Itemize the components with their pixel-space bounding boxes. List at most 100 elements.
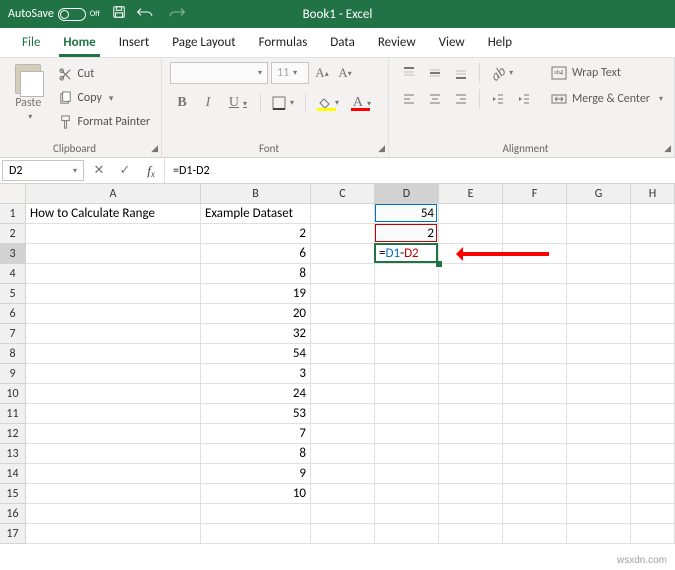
row-header-9[interactable]: 9 <box>0 364 26 384</box>
cell-C4[interactable] <box>311 264 375 284</box>
cell-B16[interactable] <box>201 504 311 524</box>
cell-E11[interactable] <box>439 404 503 424</box>
tab-review[interactable]: Review <box>368 29 426 57</box>
cell-C6[interactable] <box>311 304 375 324</box>
cell-H15[interactable] <box>631 484 675 504</box>
cell-G16[interactable] <box>567 504 631 524</box>
column-header-G[interactable]: G <box>567 184 631 204</box>
cell-D13[interactable] <box>375 444 439 464</box>
cell-A17[interactable] <box>26 524 201 544</box>
undo-button[interactable] <box>136 6 156 22</box>
row-header-3[interactable]: 3 <box>0 244 26 264</box>
cells-area[interactable]: How to Calculate RangeExample Dataset542… <box>26 204 675 544</box>
cell-A16[interactable] <box>26 504 201 524</box>
cell-C14[interactable] <box>311 464 375 484</box>
cell-F11[interactable] <box>503 404 567 424</box>
insert-function-button[interactable] <box>138 158 164 183</box>
cell-D4[interactable] <box>375 264 439 284</box>
border-button[interactable]: ▾ <box>267 92 299 114</box>
cell-H2[interactable] <box>631 224 675 244</box>
cell-A12[interactable] <box>26 424 201 444</box>
cell-B10[interactable]: 24 <box>201 384 311 404</box>
row-header-2[interactable]: 2 <box>0 224 26 244</box>
cell-G14[interactable] <box>567 464 631 484</box>
cell-F2[interactable] <box>503 224 567 244</box>
fill-color-button[interactable]: ▾ <box>312 92 344 114</box>
column-header-H[interactable]: H <box>631 184 675 204</box>
cell-A7[interactable] <box>26 324 201 344</box>
cell-D12[interactable] <box>375 424 439 444</box>
cell-E17[interactable] <box>439 524 503 544</box>
cell-C12[interactable] <box>311 424 375 444</box>
cell-G1[interactable] <box>567 204 631 224</box>
cell-E7[interactable] <box>439 324 503 344</box>
cell-H3[interactable] <box>631 244 675 264</box>
cell-H7[interactable] <box>631 324 675 344</box>
cell-D11[interactable] <box>375 404 439 424</box>
cell-B12[interactable]: 7 <box>201 424 311 444</box>
row-header-6[interactable]: 6 <box>0 304 26 324</box>
cell-E2[interactable] <box>439 224 503 244</box>
align-right-button[interactable] <box>449 88 473 110</box>
wrap-text-button[interactable]: ab Wrap Text <box>548 62 666 84</box>
cell-D1[interactable]: 54 <box>375 204 439 224</box>
align-bottom-button[interactable] <box>449 62 473 84</box>
cell-G7[interactable] <box>567 324 631 344</box>
cell-G11[interactable] <box>567 404 631 424</box>
align-left-button[interactable] <box>397 88 421 110</box>
cell-B1[interactable]: Example Dataset <box>201 204 311 224</box>
tab-formulas[interactable]: Formulas <box>249 29 318 57</box>
cell-C2[interactable] <box>311 224 375 244</box>
save-icon[interactable] <box>112 5 126 23</box>
cell-H12[interactable] <box>631 424 675 444</box>
redo-button[interactable] <box>166 6 186 22</box>
cell-A2[interactable] <box>26 224 201 244</box>
cell-D7[interactable] <box>375 324 439 344</box>
cell-H8[interactable] <box>631 344 675 364</box>
cell-G5[interactable] <box>567 284 631 304</box>
cell-E5[interactable] <box>439 284 503 304</box>
column-header-F[interactable]: F <box>503 184 567 204</box>
cell-F14[interactable] <box>503 464 567 484</box>
row-header-10[interactable]: 10 <box>0 384 26 404</box>
cell-C7[interactable] <box>311 324 375 344</box>
cell-D15[interactable] <box>375 484 439 504</box>
cell-E16[interactable] <box>439 504 503 524</box>
italic-button[interactable]: I <box>196 92 220 114</box>
cell-C10[interactable] <box>311 384 375 404</box>
select-all-corner[interactable] <box>0 184 26 204</box>
decrease-indent-button[interactable] <box>486 88 510 110</box>
cell-B17[interactable] <box>201 524 311 544</box>
cell-F9[interactable] <box>503 364 567 384</box>
font-color-button[interactable]: A ▾ <box>346 92 378 114</box>
cell-G12[interactable] <box>567 424 631 444</box>
row-header-15[interactable]: 15 <box>0 484 26 504</box>
align-middle-button[interactable] <box>423 62 447 84</box>
cell-G15[interactable] <box>567 484 631 504</box>
cell-A6[interactable] <box>26 304 201 324</box>
tab-page-layout[interactable]: Page Layout <box>162 29 245 57</box>
dialog-launcher-icon[interactable]: ◢ <box>151 143 158 154</box>
cell-F15[interactable] <box>503 484 567 504</box>
cell-E9[interactable] <box>439 364 503 384</box>
align-center-button[interactable] <box>423 88 447 110</box>
row-header-14[interactable]: 14 <box>0 464 26 484</box>
align-top-button[interactable] <box>397 62 421 84</box>
autosave-toggle[interactable]: AutoSave Off <box>8 7 100 21</box>
cell-D9[interactable] <box>375 364 439 384</box>
cell-B9[interactable]: 3 <box>201 364 311 384</box>
tab-view[interactable]: View <box>429 29 475 57</box>
bold-button[interactable]: B <box>170 92 194 114</box>
row-header-17[interactable]: 17 <box>0 524 26 544</box>
cell-H10[interactable] <box>631 384 675 404</box>
cell-D6[interactable] <box>375 304 439 324</box>
row-header-12[interactable]: 12 <box>0 424 26 444</box>
orientation-button[interactable]: ab▾ <box>486 62 518 84</box>
cell-E1[interactable] <box>439 204 503 224</box>
cell-C3[interactable] <box>311 244 375 264</box>
cell-C8[interactable] <box>311 344 375 364</box>
cell-B13[interactable]: 8 <box>201 444 311 464</box>
cell-G6[interactable] <box>567 304 631 324</box>
cell-D8[interactable] <box>375 344 439 364</box>
row-header-1[interactable]: 1 <box>0 204 26 224</box>
